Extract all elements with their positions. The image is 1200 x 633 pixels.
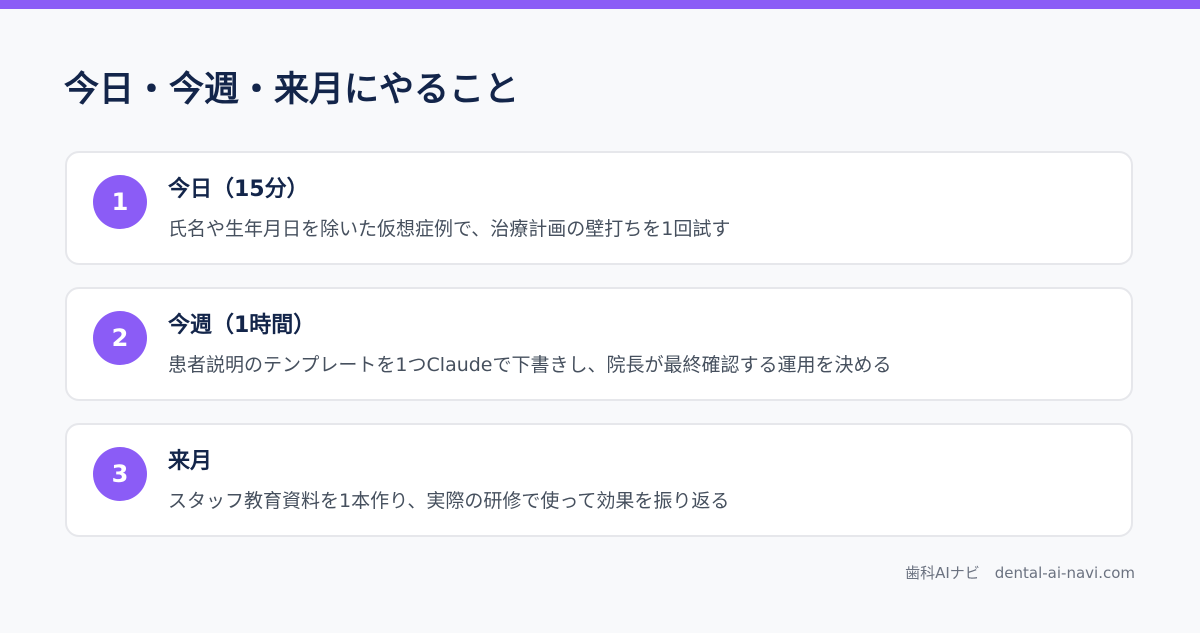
site-credit: 歯科AIナビ dental-ai-navi.com (905, 564, 1135, 582)
page-title: 今日・今週・来月にやること (64, 70, 520, 110)
task-card-this-week: 2 今週（1時間） 患者説明のテンプレートを1つClaudeで下書きし、院長が最… (65, 287, 1133, 401)
task-card-description: 患者説明のテンプレートを1つClaudeで下書きし、院長が最終確認する運用を決め… (168, 354, 892, 376)
step-number-badge: 2 (93, 311, 147, 365)
step-number-badge: 1 (93, 175, 147, 229)
task-card-description: 氏名や生年月日を除いた仮想症例で、治療計画の壁打ちを1回試す (168, 218, 731, 240)
task-card-title: 今日（15分） (168, 177, 309, 202)
task-card-today: 1 今日（15分） 氏名や生年月日を除いた仮想症例で、治療計画の壁打ちを1回試す (65, 151, 1133, 265)
task-card-title: 今週（1時間） (168, 313, 316, 338)
task-card-title: 来月 (168, 449, 213, 474)
task-card-next-month: 3 来月 スタッフ教育資料を1本作り、実際の研修で使って効果を振り返る (65, 423, 1133, 537)
step-number-badge: 3 (93, 447, 147, 501)
top-accent-bar (0, 0, 1200, 9)
task-card-description: スタッフ教育資料を1本作り、実際の研修で使って効果を振り返る (168, 490, 730, 512)
